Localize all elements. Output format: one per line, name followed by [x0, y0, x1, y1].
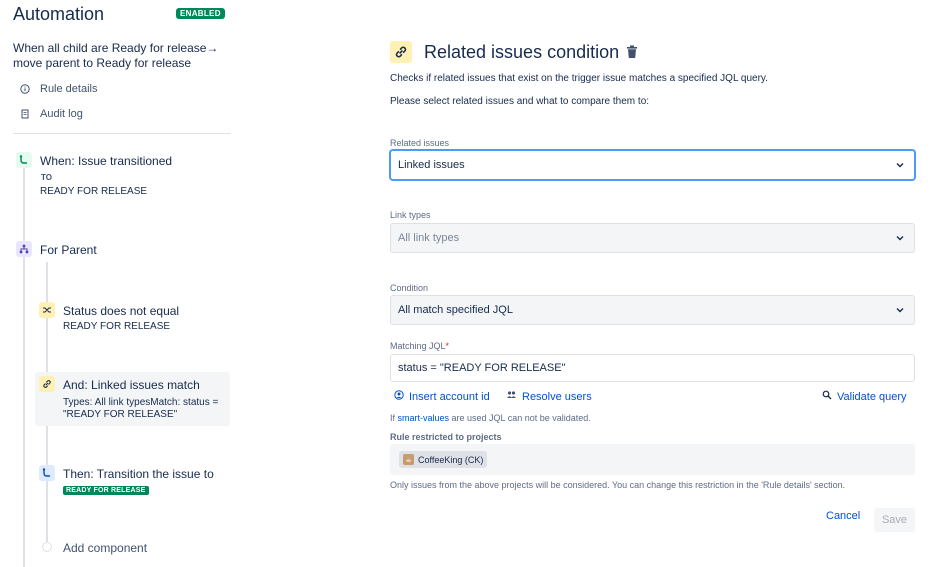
matching-jql-label-text: Matching JQL	[390, 341, 446, 351]
trigger-to-label: TO	[41, 173, 52, 182]
chevron-down-icon	[896, 308, 904, 313]
cancel-button[interactable]: Cancel	[826, 510, 860, 522]
condition-value: All match specified JQL	[398, 304, 513, 316]
timeline-line	[23, 162, 25, 567]
restriction-note: Only issues from the above projects will…	[390, 480, 846, 490]
trigger-title[interactable]: When: Issue transitioned	[40, 154, 172, 168]
page-title: Related issues condition	[424, 42, 620, 62]
link-icon	[39, 376, 55, 392]
resolve-users-button[interactable]: Resolve users	[506, 390, 592, 403]
condition-select[interactable]: All match specified JQL	[390, 295, 915, 325]
chevron-down-icon	[896, 236, 904, 241]
branch-icon	[16, 241, 32, 257]
condition-status: READY FOR RELEASE	[63, 321, 171, 332]
action-status-lozenge: READY FOR RELEASE	[63, 486, 149, 495]
related-issues-select[interactable]: Linked issues	[390, 150, 915, 180]
rule-details-label: Rule details	[40, 83, 98, 95]
action-title[interactable]: Then: Transition the issue to	[63, 467, 214, 481]
restricted-projects-label: Rule restricted to projects	[390, 432, 502, 442]
required-marker: *	[445, 341, 450, 351]
link-icon	[390, 41, 412, 63]
rule-details-link[interactable]: Rule details	[20, 83, 97, 95]
enabled-badge[interactable]: ENABLED	[176, 8, 225, 19]
link-types-placeholder: All link types	[398, 232, 460, 244]
smart-values-hint: If smart-values are used JQL can not be …	[390, 413, 591, 423]
chevron-down-icon	[896, 163, 904, 168]
resolve-users-label: Resolve users	[522, 390, 592, 403]
project-avatar-icon: ☕	[403, 454, 414, 465]
document-icon	[20, 109, 30, 119]
search-icon	[822, 390, 832, 403]
validate-query-button[interactable]: Validate query	[822, 390, 907, 403]
condition-label: Condition	[390, 283, 429, 293]
matching-jql-label: Matching JQL*	[390, 341, 449, 351]
validate-query-label: Validate query	[837, 390, 907, 403]
sidebar-divider	[13, 133, 231, 134]
component-config-panel: Related issues condition Checks if relat…	[390, 0, 920, 567]
transition-icon	[39, 465, 55, 481]
trash-icon[interactable]	[626, 45, 638, 59]
selected-title[interactable]: And: Linked issues match	[63, 378, 200, 392]
project-tag: ☕ CoffeeKing (CK)	[399, 451, 488, 468]
restricted-projects-box: ☕ CoffeeKing (CK)	[390, 444, 915, 475]
insert-account-id-label: Insert account id	[409, 390, 490, 403]
add-component-dot	[42, 542, 52, 552]
smart-values-link[interactable]: smart-values	[398, 413, 450, 423]
instruction: Please select related issues and what to…	[390, 96, 650, 107]
shuffle-icon	[39, 302, 55, 318]
trigger-status: READY FOR RELEASE	[40, 186, 148, 197]
link-types-select[interactable]: All link types	[390, 223, 915, 253]
link-types-label: Link types	[390, 210, 431, 220]
matching-jql-value: status = "READY FOR RELEASE"	[398, 362, 566, 374]
selected-detail: Types: All link typesMatch: status = "RE…	[63, 397, 219, 420]
audit-log-link[interactable]: Audit log	[20, 108, 83, 120]
related-issues-value: Linked issues	[398, 159, 465, 171]
hint-prefix: If	[390, 413, 398, 423]
add-component-link[interactable]: Add component	[63, 541, 147, 555]
users-icon	[506, 390, 517, 403]
rule-sidebar: Automation ENABLED When all child are Re…	[0, 0, 240, 567]
sidebar-title: Automation	[13, 4, 105, 24]
description: Checks if related issues that exist on t…	[390, 73, 768, 84]
audit-log-label: Audit log	[40, 108, 83, 120]
info-icon	[20, 84, 30, 94]
transition-icon	[16, 152, 32, 168]
insert-account-id-button[interactable]: Insert account id	[394, 390, 490, 403]
matching-jql-input[interactable]: status = "READY FOR RELEASE"	[390, 354, 915, 382]
hint-suffix: are used JQL can not be validated.	[449, 413, 591, 423]
project-name: CoffeeKing (CK)	[418, 454, 484, 465]
rule-name: When all child are Ready for release→ mo…	[13, 41, 219, 70]
user-icon	[394, 390, 404, 403]
condition-title[interactable]: Status does not equal	[63, 304, 179, 318]
save-button[interactable]: Save	[874, 508, 915, 532]
branch-title[interactable]: For Parent	[40, 243, 97, 257]
related-issues-label: Related issues	[390, 138, 450, 148]
